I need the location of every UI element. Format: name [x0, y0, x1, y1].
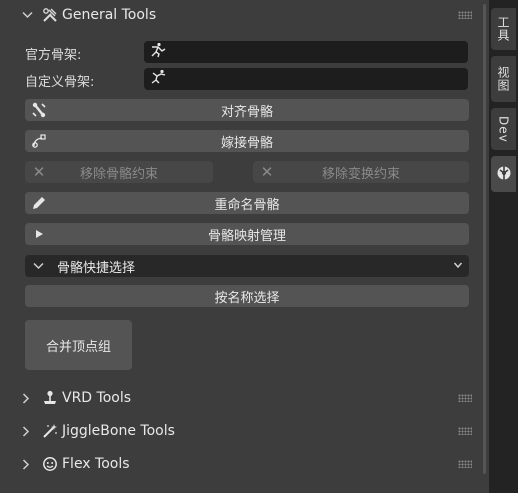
graft-bones-label: 嫁接骨骼 — [220, 135, 273, 151]
bone-mapping-label: 骨骼映射管理 — [207, 228, 286, 244]
bone-graft-icon — [31, 133, 47, 149]
chevron-right-icon — [22, 392, 36, 404]
general-tools-title: General Tools — [62, 7, 157, 23]
official-rig-field[interactable] — [144, 41, 468, 63]
panel-scrollbar[interactable] — [480, 0, 489, 493]
face-icon — [41, 456, 59, 472]
flex-tools-header[interactable]: Flex Tools — [0, 449, 480, 479]
sidebar-tab-strip: 工具 视图 Dev — [489, 0, 518, 493]
general-tools-header[interactable]: General Tools — [0, 0, 480, 30]
bone-align-icon — [31, 102, 47, 118]
drag-handle-icon[interactable] — [458, 11, 472, 19]
vrd-tools-header[interactable]: VRD Tools — [0, 383, 480, 413]
bone-quick-select-label: 骨骼快捷选择 — [57, 260, 136, 276]
align-bones-label: 对齐骨骼 — [220, 104, 273, 120]
remove-bone-constraints-label: 移除骨骼约束 — [79, 166, 158, 182]
drag-handle-icon[interactable] — [458, 427, 472, 435]
graft-bones-button[interactable]: 嫁接骨骼 — [25, 130, 469, 152]
armature-icon — [150, 69, 166, 89]
jigglebone-tools-title: JiggleBone Tools — [62, 423, 175, 439]
official-rig-label: 官方骨架: — [25, 48, 82, 63]
chevron-down-icon — [33, 260, 47, 273]
close-icon: ✕ — [32, 163, 46, 181]
rename-bones-button[interactable]: 重命名骨骼 — [25, 192, 469, 214]
jigglebone-tools-header[interactable]: JiggleBone Tools — [0, 416, 480, 446]
chevron-down-icon — [22, 11, 36, 19]
drag-handle-icon[interactable] — [458, 460, 472, 468]
drag-handle-icon[interactable] — [458, 394, 472, 402]
tab-tools-label: 工具 — [496, 16, 510, 42]
remove-transform-constraints-button[interactable]: ✕ 移除变换约束 — [253, 161, 469, 183]
remove-bone-constraints-button[interactable]: ✕ 移除骨骼约束 — [25, 161, 213, 183]
merge-vertex-groups-button[interactable]: 合并顶点组 — [25, 320, 132, 370]
remove-transform-constraints-label: 移除变换约束 — [321, 166, 400, 182]
tab-dev-label: Dev — [496, 115, 511, 143]
close-icon: ✕ — [260, 163, 274, 181]
vrd-tools-title: VRD Tools — [62, 390, 132, 406]
tools-icon — [41, 7, 59, 23]
joystick-icon — [41, 390, 59, 406]
chevron-right-icon — [22, 425, 36, 437]
chevron-right-icon — [22, 458, 36, 470]
custom-rig-label: 自定义骨架: — [25, 75, 95, 90]
select-by-name-label: 按名称选择 — [214, 290, 280, 306]
dropdown-caret-icon — [453, 258, 463, 275]
addon-logo-icon — [496, 165, 512, 184]
tab-view-label: 视图 — [496, 66, 510, 92]
play-icon — [31, 226, 47, 242]
bone-mapping-button[interactable]: 骨骼映射管理 — [25, 223, 469, 245]
flex-tools-title: Flex Tools — [62, 456, 130, 472]
align-bones-button[interactable]: 对齐骨骼 — [25, 99, 469, 121]
scrollbar-thumb[interactable] — [483, 4, 486, 474]
rename-bones-label: 重命名骨骼 — [214, 197, 280, 213]
tab-dev[interactable]: Dev — [491, 108, 516, 150]
merge-vertex-groups-label: 合并顶点组 — [45, 339, 111, 355]
sidebar-panel: General Tools 官方骨架: 自定义骨架: 对齐骨骼 嫁接骨骼 ✕ 移… — [0, 0, 489, 493]
magic-wand-icon — [41, 423, 59, 439]
tab-tools[interactable]: 工具 — [491, 8, 516, 50]
tab-view[interactable]: 视图 — [491, 56, 516, 102]
tab-addon[interactable] — [491, 156, 516, 192]
bone-quick-select-dropdown[interactable]: 骨骼快捷选择 — [25, 255, 469, 277]
pencil-icon — [31, 195, 47, 211]
custom-rig-field[interactable] — [144, 68, 468, 90]
armature-icon — [150, 42, 166, 62]
select-by-name-button[interactable]: 按名称选择 — [25, 285, 469, 307]
